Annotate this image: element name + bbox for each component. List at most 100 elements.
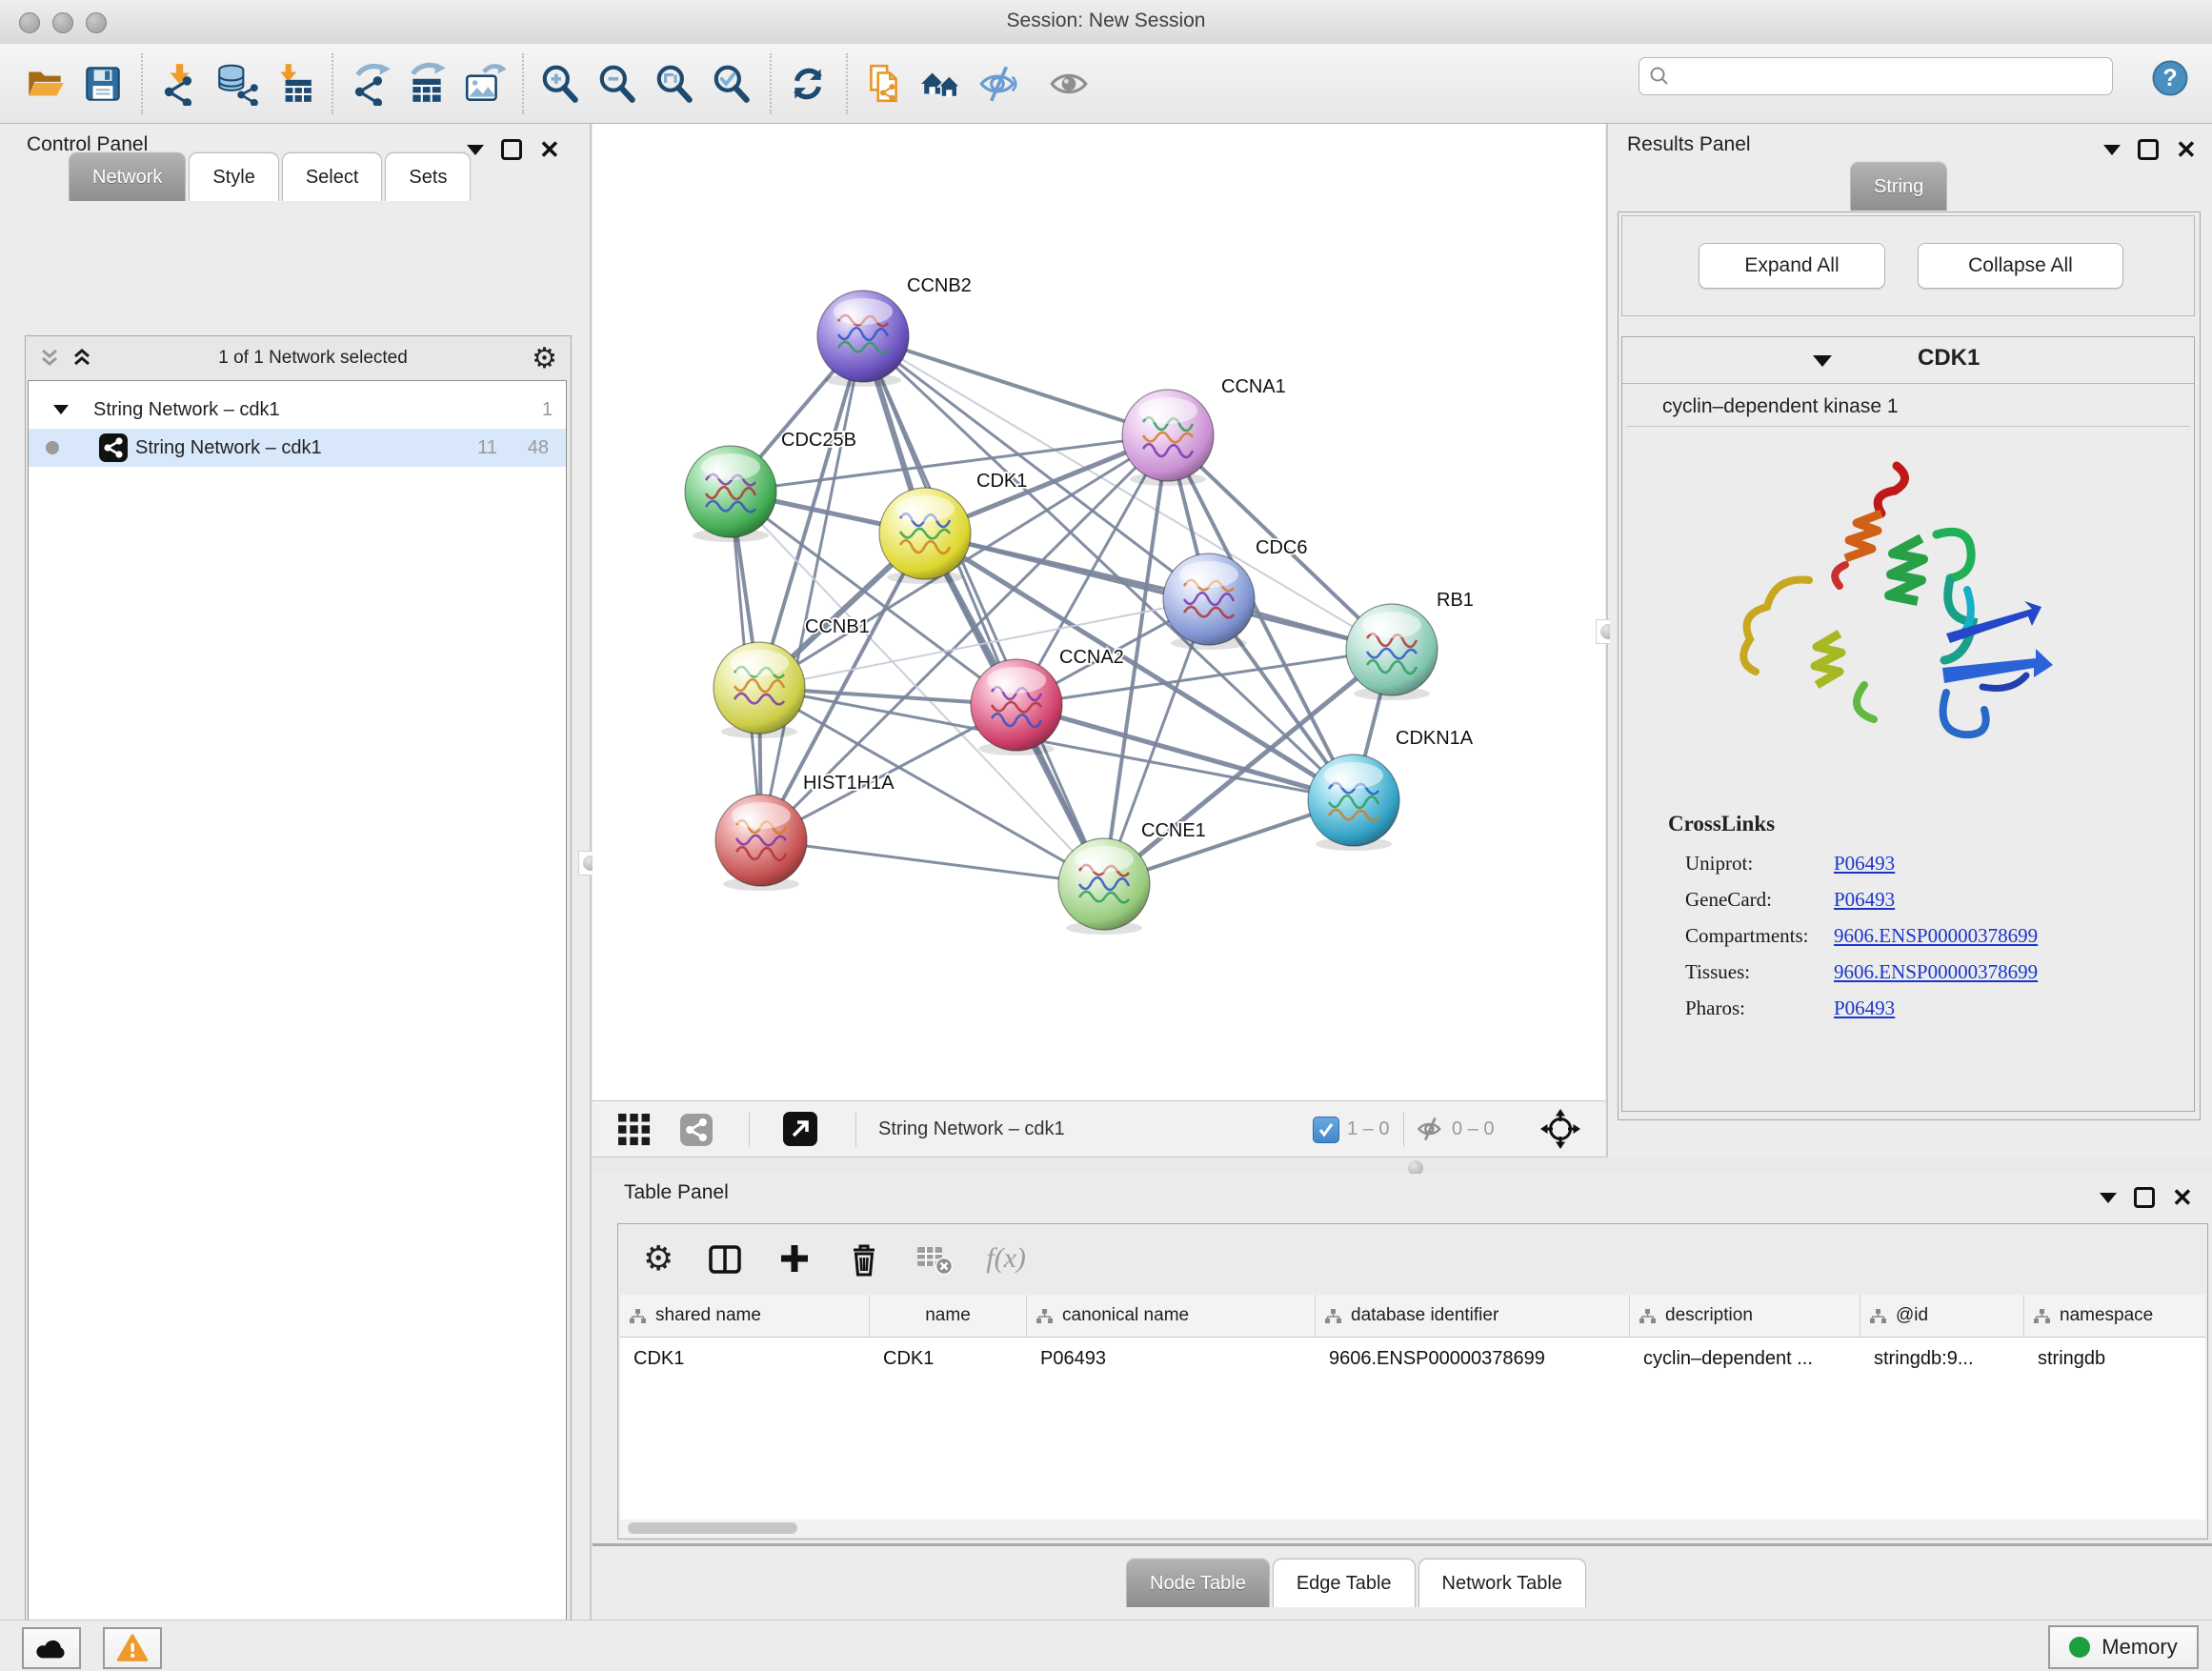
network-view-canvas[interactable]: CCNB2CCNA1CDC25BCDK1CDC6RB1CCNB1CCNA2CDK… (593, 124, 1605, 1100)
column-header-@id[interactable]: @id (1860, 1295, 2024, 1337)
edge-CCNB2-CCNA1[interactable] (863, 336, 1168, 435)
scrollbar-thumb[interactable] (628, 1522, 797, 1534)
control-panel: Control Panel ✕ NetworkStyleSelectSets 1… (0, 124, 589, 1620)
memory-button[interactable]: Memory (2048, 1625, 2199, 1669)
help-button[interactable]: ? (2149, 57, 2191, 99)
column-header-name[interactable]: name (870, 1295, 1027, 1337)
fit-selected-button[interactable] (1539, 1108, 1581, 1150)
tab-network[interactable]: Network (69, 152, 186, 201)
protein-card-header[interactable]: CDK1 (1622, 337, 2194, 384)
memory-label: Memory (2101, 1635, 2177, 1660)
crosslink-link[interactable]: P06493 (1834, 888, 1895, 912)
crosslink-link[interactable]: 9606.ENSP00000378699 (1834, 960, 2038, 984)
column-header-namespace[interactable]: namespace (2024, 1295, 2205, 1337)
expand-all-button[interactable]: Expand All (1699, 243, 1885, 289)
network-graph[interactable]: CCNB2CCNA1CDC25BCDK1CDC6RB1CCNB1CCNA2CDK… (593, 124, 1605, 1100)
warning-triangle-icon (116, 1633, 149, 1663)
cloud-status-button[interactable] (22, 1627, 81, 1669)
close-panel-icon[interactable]: ✕ (2176, 139, 2197, 160)
tab-network-table[interactable]: Network Table (1418, 1559, 1586, 1607)
column-header-description[interactable]: description (1630, 1295, 1860, 1337)
zoom-in-button[interactable] (537, 61, 583, 107)
maximize-panel-icon[interactable] (2134, 1187, 2155, 1208)
table-settings-gear-icon[interactable]: ⚙ (643, 1239, 674, 1278)
import-network-file-button[interactable] (156, 61, 202, 107)
network-collection-row[interactable]: String Network – cdk1 1 (29, 391, 566, 429)
collapse-all-chevron-icon[interactable] (37, 346, 62, 371)
crosslink-link[interactable]: 9606.ENSP00000378699 (1834, 924, 2038, 948)
delete-table-icon (915, 1239, 954, 1278)
network-label: String Network – cdk1 (135, 437, 322, 459)
show-hidden-button[interactable] (1046, 61, 1092, 107)
table-row[interactable]: CDK1CDK1P064939606.ENSP00000378699cyclin… (620, 1338, 2205, 1379)
crosslinks-list: Uniprot:P06493GeneCard:P06493Compartment… (1685, 852, 2181, 1033)
zoom-selected-button[interactable] (709, 61, 754, 107)
import-table-button[interactable] (271, 61, 316, 107)
export-network-icon (348, 62, 392, 106)
zoom-fit-button[interactable] (652, 61, 697, 107)
network-view-toolbar: String Network – cdk1 1 – 0 0 – 0 (593, 1100, 1605, 1158)
close-panel-icon[interactable]: ✕ (539, 139, 560, 160)
column-header-shared-name[interactable]: shared name (620, 1295, 870, 1337)
float-panel-icon[interactable] (2103, 145, 2121, 155)
export-network-button[interactable] (347, 61, 392, 107)
export-table-icon (405, 62, 449, 106)
toolbar-search[interactable] (1639, 57, 2113, 95)
maximize-panel-icon[interactable] (501, 139, 522, 160)
tab-string[interactable]: String (1850, 162, 1947, 211)
hide-selected-button[interactable] (975, 61, 1021, 107)
expand-all-chevron-icon[interactable] (70, 346, 94, 371)
column-header-canonical-name[interactable]: canonical name (1027, 1295, 1316, 1337)
birdseye-view-button[interactable] (618, 1114, 651, 1146)
add-column-icon[interactable] (776, 1240, 813, 1277)
tab-sets[interactable]: Sets (385, 152, 471, 201)
node-table: shared name namecanonical namedatabase id… (620, 1295, 2205, 1520)
collapse-section-icon[interactable] (1813, 355, 1832, 367)
tab-edge-table[interactable]: Edge Table (1273, 1559, 1416, 1607)
column-header-database-identifier[interactable]: database identifier (1316, 1295, 1630, 1337)
save-session-button[interactable] (80, 61, 126, 107)
search-input[interactable] (1678, 65, 2112, 88)
maximize-panel-icon[interactable] (2138, 139, 2159, 160)
show-all-networks-button[interactable] (918, 61, 964, 107)
clone-network-button[interactable] (861, 61, 907, 107)
selected-checkbox[interactable] (1313, 1117, 1339, 1143)
collection-expander-icon[interactable] (53, 405, 69, 414)
function-builder-icon: f(x) (986, 1242, 1026, 1275)
import-network-database-button[interactable] (213, 61, 259, 107)
network-row-selected[interactable]: String Network – cdk1 11 48 (29, 429, 566, 467)
edge-HIST1H1A-CCNE1[interactable] (761, 840, 1104, 884)
open-session-button[interactable] (23, 61, 69, 107)
collapse-all-button[interactable]: Collapse All (1918, 243, 2123, 289)
zoom-fit-icon (653, 62, 696, 106)
tab-select[interactable]: Select (282, 152, 383, 201)
edge-CCNB2-CCNE1[interactable] (863, 336, 1104, 884)
string-style-button[interactable] (680, 1114, 713, 1146)
gear-icon[interactable]: ⚙ (532, 342, 557, 375)
apply-layout-button[interactable] (785, 61, 831, 107)
edge-CCNB2-HIST1H1A[interactable] (761, 336, 863, 840)
open-folder-icon (24, 62, 68, 106)
copy-document-icon (862, 62, 906, 106)
open-in-browser-button[interactable] (783, 1112, 817, 1146)
horizontal-scrollbar[interactable] (620, 1520, 2205, 1537)
refresh-icon (786, 62, 830, 106)
crosslink-link[interactable]: P06493 (1834, 852, 1895, 876)
close-panel-icon[interactable]: ✕ (2172, 1187, 2193, 1208)
delete-trash-icon[interactable] (845, 1239, 883, 1278)
export-table-button[interactable] (404, 61, 450, 107)
float-panel-icon[interactable] (2100, 1193, 2117, 1203)
zoom-out-button[interactable] (594, 61, 640, 107)
column-label: shared name (655, 1305, 761, 1326)
show-columns-icon[interactable] (706, 1239, 744, 1278)
export-image-button[interactable] (461, 61, 507, 107)
edge-CDK1-RB1[interactable] (925, 534, 1392, 650)
tab-node-table[interactable]: Node Table (1126, 1559, 1270, 1607)
warnings-button[interactable] (103, 1627, 162, 1669)
string-results-container: Expand All Collapse All CDK1 cyclin–depe… (1618, 211, 2201, 1120)
crosslink-link[interactable]: P06493 (1834, 997, 1895, 1020)
cloud-icon (35, 1636, 68, 1661)
tab-style[interactable]: Style (189, 152, 278, 201)
protein-description: cyclin–dependent kinase 1 (1626, 387, 2190, 427)
horizontal-splitter[interactable] (593, 1158, 2212, 1174)
